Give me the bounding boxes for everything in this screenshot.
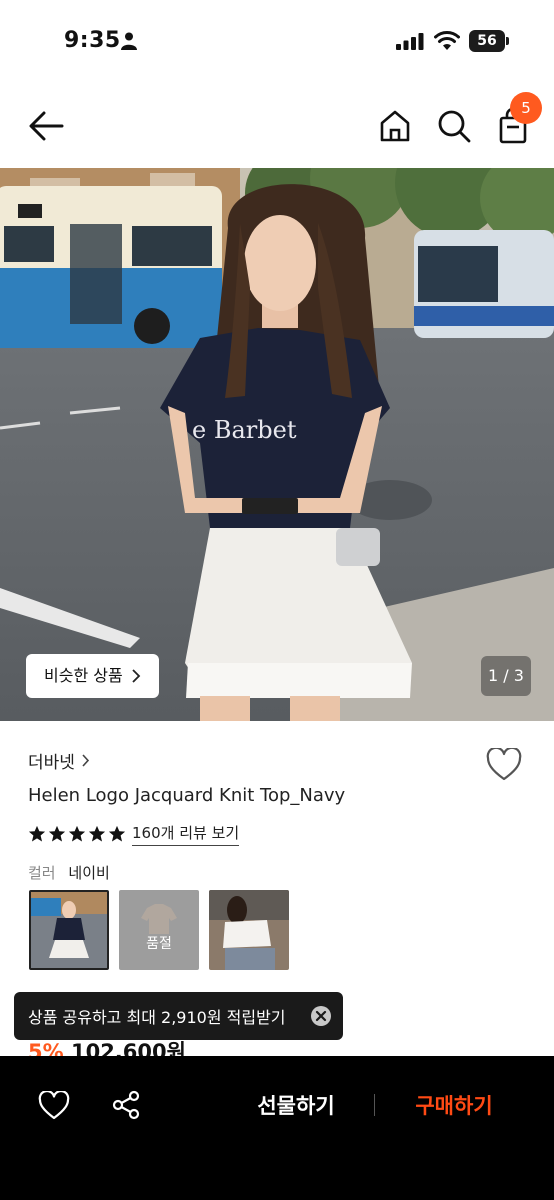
- product-image-carousel[interactable]: e Barbet 비슷한 상품 1 / 3: [0, 168, 554, 721]
- person-icon: [121, 32, 137, 50]
- cellular-signal-icon: [396, 33, 424, 50]
- toast-message: 상품 공유하고 최대 2,910원 적립받기: [28, 1008, 286, 1027]
- similar-products-label: 비슷한 상품: [44, 666, 123, 685]
- close-icon[interactable]: [311, 1006, 331, 1026]
- product-photo: e Barbet: [0, 168, 554, 721]
- selected-color: 네이비: [68, 864, 110, 882]
- battery-level: 56: [469, 30, 505, 52]
- similar-products-button[interactable]: 비슷한 상품: [26, 654, 159, 698]
- navy-top-thumbnail: [31, 892, 107, 968]
- color-option-white[interactable]: [209, 890, 289, 970]
- search-icon[interactable]: [436, 108, 472, 144]
- heart-icon[interactable]: [486, 748, 522, 782]
- share-icon[interactable]: [111, 1090, 141, 1120]
- star-icon: [48, 825, 66, 842]
- wifi-icon: [434, 31, 460, 50]
- status-time: 9:35: [64, 28, 121, 53]
- heart-icon[interactable]: [38, 1091, 70, 1121]
- review-link[interactable]: 160개 리뷰 보기: [132, 822, 240, 846]
- color-option-navy[interactable]: [29, 890, 109, 970]
- color-label: 컬러: [28, 864, 56, 882]
- gift-button[interactable]: 선물하기: [234, 1087, 358, 1125]
- rating-stars: [28, 825, 126, 843]
- buy-button[interactable]: 구매하기: [392, 1087, 516, 1125]
- soldout-label: 품절: [146, 936, 172, 952]
- color-option-soldout[interactable]: 품절: [119, 890, 199, 970]
- share-reward-toast: 상품 공유하고 최대 2,910원 적립받기: [14, 992, 343, 1040]
- star-icon: [108, 825, 126, 842]
- color-row: 컬러 네이비: [28, 862, 110, 883]
- product-name: Helen Logo Jacquard Knit Top_Navy: [28, 785, 346, 806]
- star-icon: [68, 825, 86, 842]
- status-bar: 9:35 56: [0, 0, 554, 84]
- brand-link[interactable]: 더바넷: [28, 748, 90, 773]
- battery-icon: 56: [469, 30, 509, 52]
- top-nav: [0, 84, 554, 168]
- image-page-indicator: 1 / 3: [481, 656, 531, 696]
- cart-count-badge: 5: [510, 92, 542, 124]
- rating-row: 160개 리뷰 보기: [28, 822, 240, 846]
- brand-name: 더바넷: [28, 753, 75, 773]
- chevron-right-icon: [82, 754, 90, 767]
- star-icon: [28, 825, 46, 842]
- divider: [374, 1094, 375, 1116]
- star-icon: [88, 825, 106, 842]
- white-top-thumbnail: [209, 890, 289, 970]
- back-arrow-icon[interactable]: [26, 108, 66, 144]
- shirt-logo-text: e Barbet: [192, 416, 297, 444]
- bottom-action-bar: 선물하기 구매하기: [0, 1056, 554, 1200]
- home-icon[interactable]: [378, 108, 412, 144]
- chevron-right-icon: [132, 669, 140, 683]
